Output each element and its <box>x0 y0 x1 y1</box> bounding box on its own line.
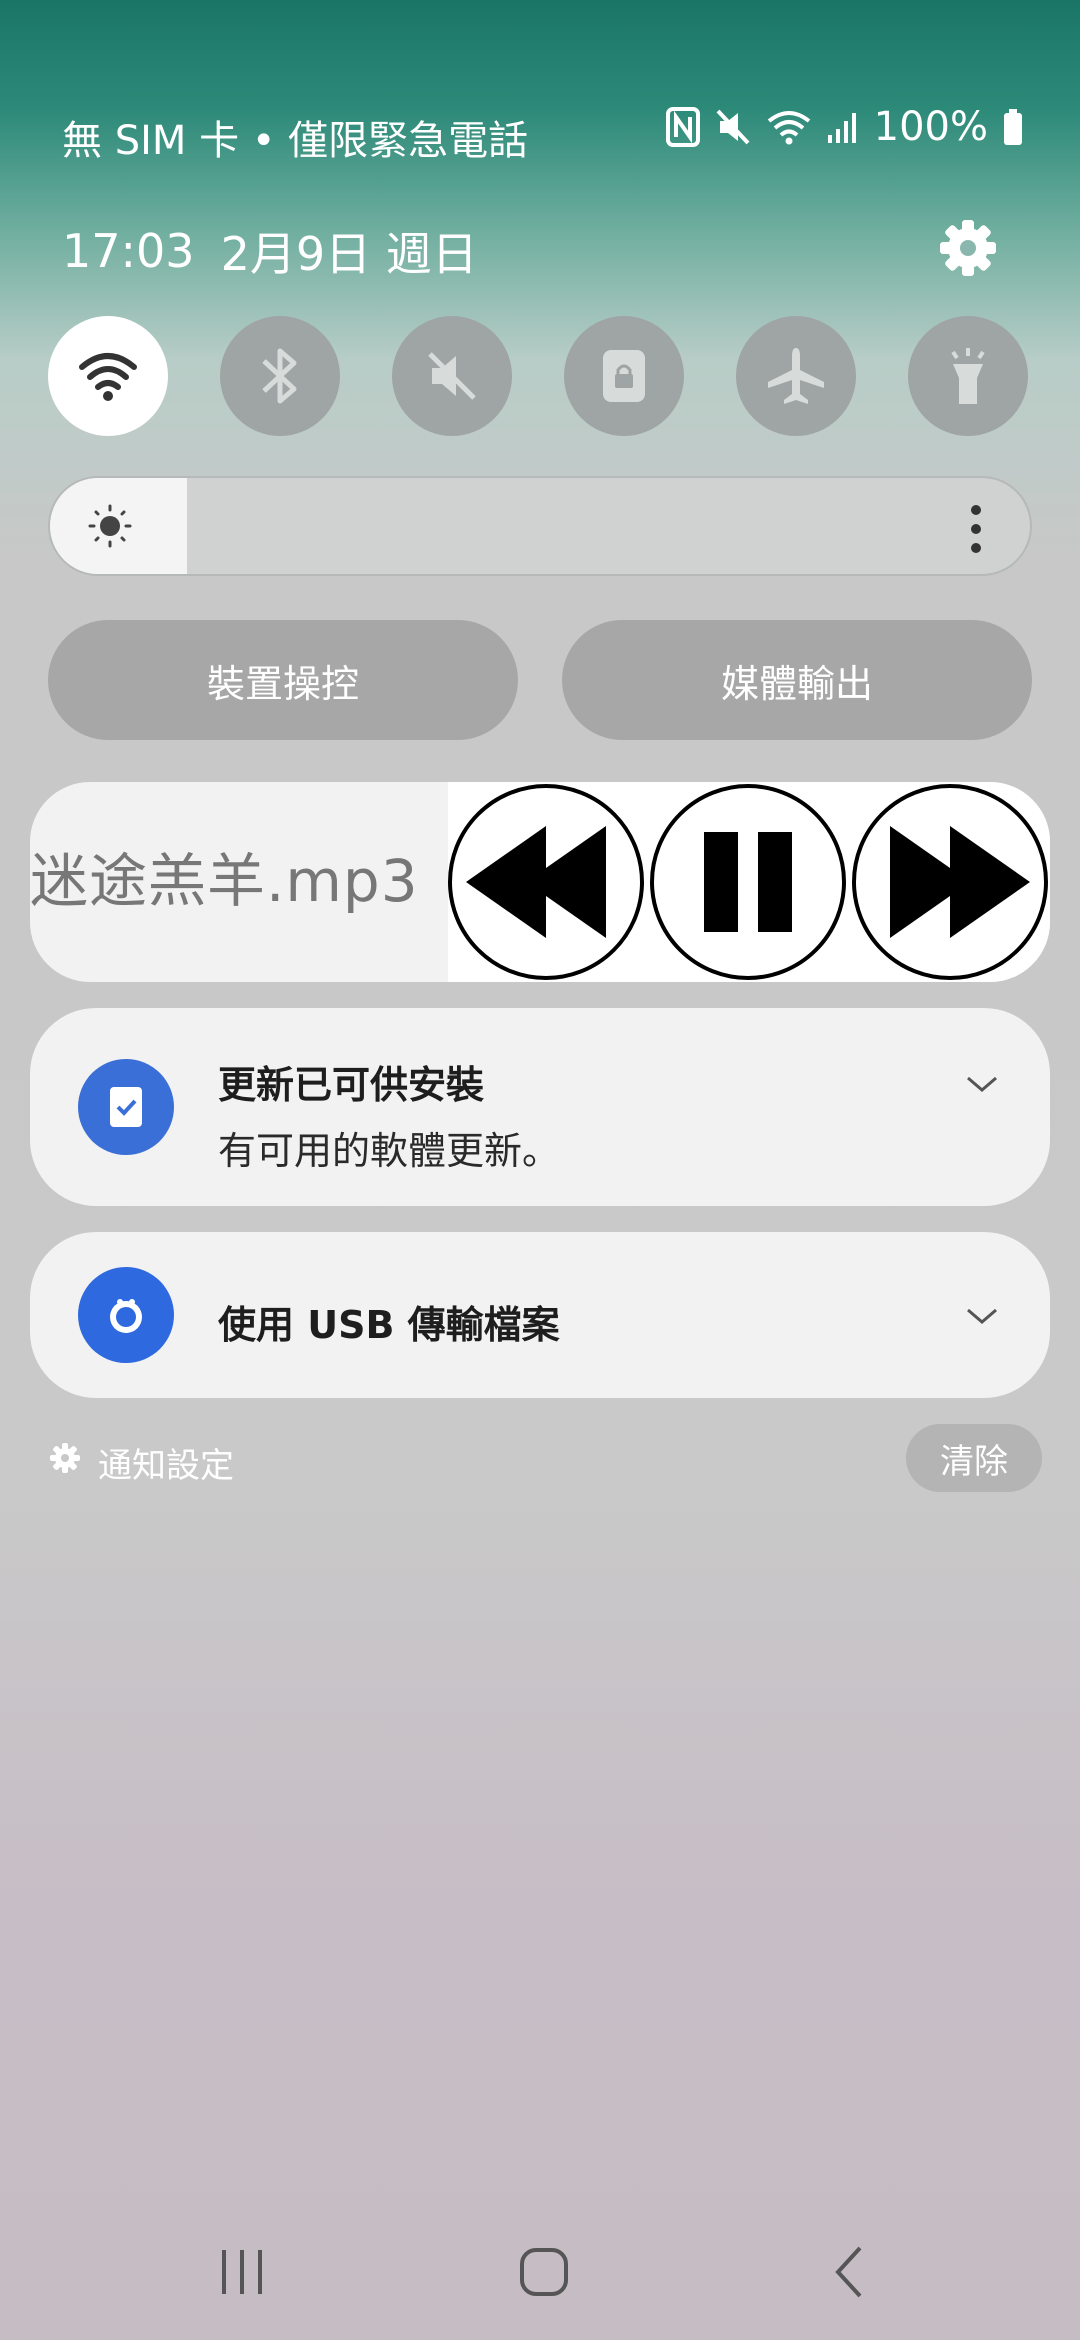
clear-button[interactable]: 清除 <box>906 1424 1042 1492</box>
fast-forward-button[interactable] <box>852 784 1048 980</box>
rewind-icon <box>448 784 644 982</box>
flashlight-icon <box>943 344 993 408</box>
notification-body: 有可用的軟體更新。 <box>218 1129 561 1173</box>
pause-button[interactable] <box>650 784 846 980</box>
nfc-icon <box>665 107 700 147</box>
usb-icon <box>78 1267 174 1363</box>
notification-title: 更新已可供安裝 <box>218 1063 485 1107</box>
update-icon <box>78 1059 174 1155</box>
date-label: 2月9日 週日 <box>220 227 478 281</box>
toggle-airplane[interactable] <box>736 316 856 436</box>
toggle-sound[interactable] <box>392 316 512 436</box>
sun-icon <box>88 504 132 548</box>
media-output-button[interactable]: 媒體輸出 <box>562 620 1032 740</box>
toggle-flashlight[interactable] <box>908 316 1028 436</box>
toggle-bluetooth[interactable] <box>220 316 340 436</box>
device-control-button[interactable]: 裝置操控 <box>48 620 518 740</box>
rewind-button[interactable] <box>448 784 644 980</box>
toggle-wifi[interactable] <box>48 316 168 436</box>
media-controls <box>448 782 1050 982</box>
home-icon[interactable] <box>514 2240 574 2304</box>
settings-gear-icon[interactable] <box>936 216 1000 280</box>
recent-apps-icon[interactable] <box>212 2240 272 2304</box>
rotation-lock-icon <box>599 346 649 406</box>
gear-icon <box>48 1441 82 1484</box>
clock-time: 17:03 <box>62 224 195 278</box>
status-carrier-text: 無 SIM 卡 • 僅限緊急電話 <box>62 118 529 164</box>
media-player-card[interactable]: 迷途羔羊.mp3 <box>30 782 1050 982</box>
back-icon[interactable] <box>820 2240 880 2304</box>
more-vertical-icon[interactable] <box>970 504 982 554</box>
notification-settings-link[interactable]: 通知設定 <box>48 1438 234 1487</box>
airplane-icon <box>764 344 828 408</box>
media-title: 迷途羔羊.mp3 <box>30 847 419 915</box>
wifi-icon <box>78 349 138 403</box>
battery-icon <box>1002 107 1024 147</box>
notification-card-usb[interactable]: 使用 USB 傳輸檔案 <box>30 1232 1050 1398</box>
notification-card-update[interactable]: 更新已可供安裝 有可用的軟體更新。 <box>30 1008 1050 1206</box>
wifi-icon <box>766 107 812 147</box>
datetime: 17:03 2月9日 週日 <box>62 218 478 284</box>
notification-title: 使用 USB 傳輸檔案 <box>218 1303 560 1347</box>
sound-off-icon <box>422 346 482 406</box>
chevron-down-icon[interactable] <box>964 1304 1000 1328</box>
status-icons: 100% <box>665 104 1024 150</box>
chevron-down-icon[interactable] <box>964 1072 1000 1096</box>
signal-icon <box>826 107 860 147</box>
bluetooth-icon <box>258 345 302 407</box>
brightness-slider[interactable] <box>48 476 1032 576</box>
toggle-rotation-lock[interactable] <box>564 316 684 436</box>
battery-percent: 100% <box>873 104 988 150</box>
pause-icon <box>650 784 846 982</box>
notification-settings-label: 通知設定 <box>98 1446 234 1486</box>
mute-icon <box>714 107 752 147</box>
fast-forward-icon <box>852 784 1048 982</box>
